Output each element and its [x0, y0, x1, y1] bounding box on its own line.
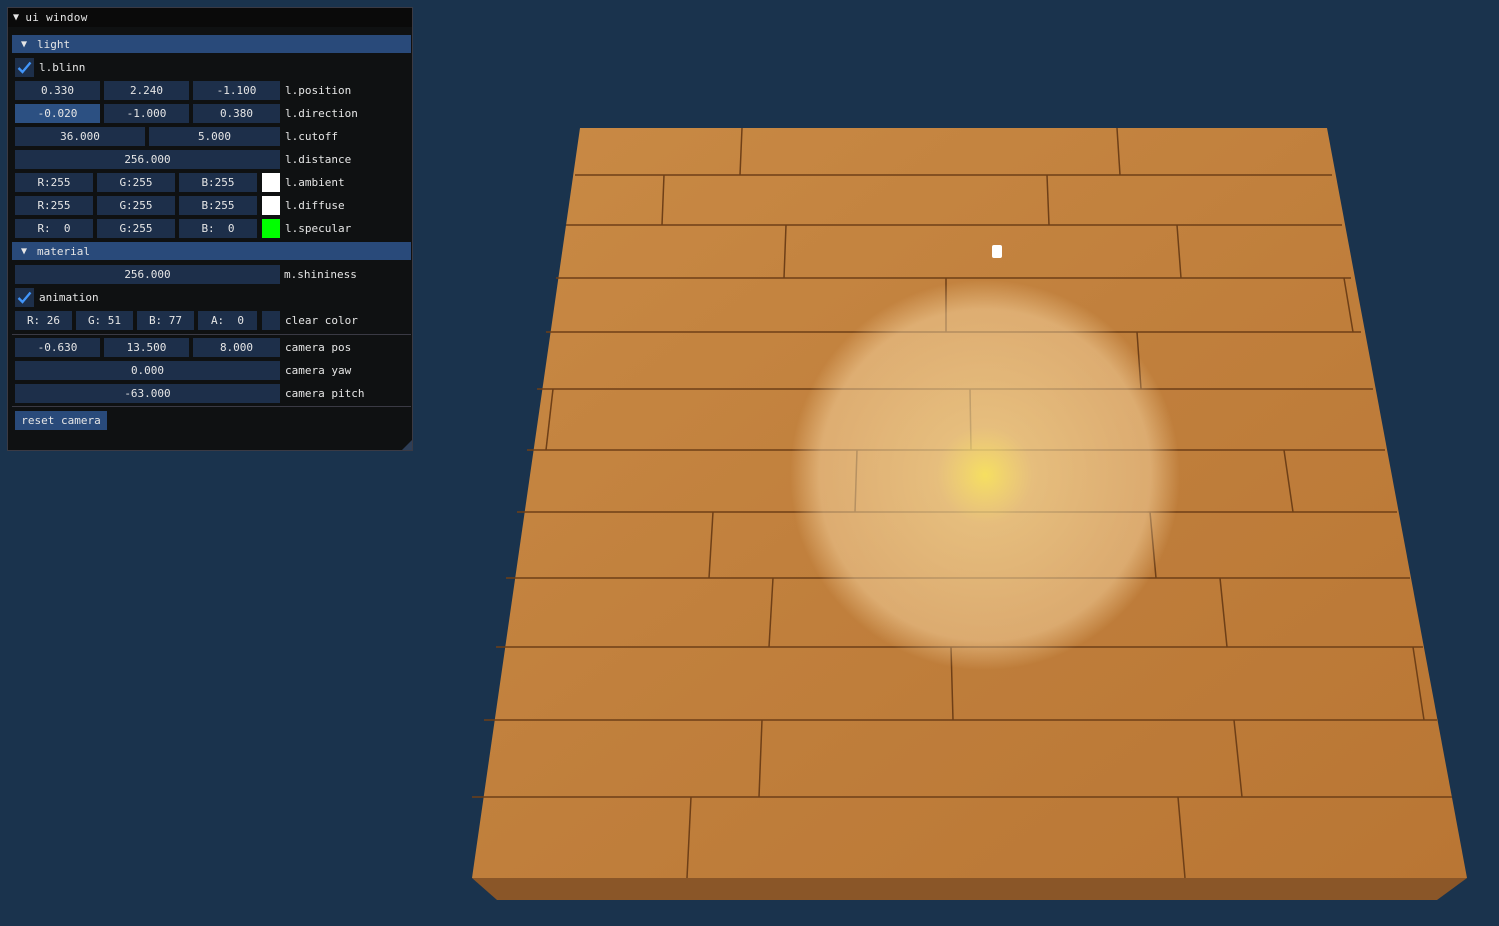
camera-pos-z-field[interactable]: 8.000: [193, 338, 280, 357]
clear-color-swatch[interactable]: [262, 311, 280, 330]
ambient-b-field[interactable]: B:255: [179, 173, 257, 192]
position-x-field[interactable]: 0.330: [15, 81, 100, 100]
camera-pos-x-field[interactable]: -0.630: [15, 338, 100, 357]
specular-color-swatch[interactable]: [262, 219, 280, 238]
cutoff-row: 36.000 5.000 l.cutoff: [15, 127, 405, 146]
window-title: ui window: [25, 11, 88, 24]
collapse-triangle-icon[interactable]: ▼: [13, 12, 19, 23]
clear-color-row: R: 26 G: 51 B: 77 A: 0 clear color: [15, 311, 405, 330]
diffuse-color-swatch[interactable]: [262, 196, 280, 215]
position-label: l.position: [285, 84, 352, 97]
diffuse-label: l.diffuse: [285, 199, 345, 212]
camera-pitch-label: camera pitch: [285, 387, 365, 400]
checkmark-icon: [17, 61, 32, 74]
reset-camera-button[interactable]: reset camera: [15, 411, 107, 430]
light-collapse-icon: ▼: [21, 38, 28, 50]
light-cube: [992, 245, 1002, 258]
camera-yaw-row: 0.000 camera yaw: [15, 361, 405, 380]
direction-z-field[interactable]: 0.380: [193, 104, 280, 123]
shininess-field[interactable]: 256.000: [15, 265, 280, 284]
shininess-label: m.shininess: [284, 268, 357, 281]
checkmark-icon: [17, 291, 32, 304]
clear-color-g-field[interactable]: G: 51: [76, 311, 133, 330]
clear-color-r-field[interactable]: R: 26: [15, 311, 72, 330]
resize-grip-icon[interactable]: [402, 440, 412, 450]
diffuse-b-field[interactable]: B:255: [179, 196, 257, 215]
diffuse-g-field[interactable]: G:255: [97, 196, 175, 215]
distance-field[interactable]: 256.000: [15, 150, 280, 169]
clear-color-b-field[interactable]: B: 77: [137, 311, 194, 330]
camera-pitch-field[interactable]: -63.000: [15, 384, 280, 403]
clear-color-label: clear color: [285, 314, 358, 327]
ambient-row: R:255 G:255 B:255 l.ambient: [15, 173, 405, 192]
cutoff-outer-field[interactable]: 5.000: [149, 127, 280, 146]
direction-x-field[interactable]: -0.020: [15, 104, 100, 123]
camera-pitch-row: -63.000 camera pitch: [15, 384, 405, 403]
direction-row: -0.020 -1.000 0.380 l.direction: [15, 104, 405, 123]
camera-pos-row: -0.630 13.500 8.000 camera pos: [15, 338, 405, 357]
cutoff-inner-field[interactable]: 36.000: [15, 127, 145, 146]
camera-pos-y-field[interactable]: 13.500: [104, 338, 189, 357]
shininess-row: 256.000 m.shininess: [15, 265, 405, 284]
ambient-g-field[interactable]: G:255: [97, 173, 175, 192]
specular-row: R: 0 G:255 B: 0 l.specular: [15, 219, 405, 238]
diffuse-r-field[interactable]: R:255: [15, 196, 93, 215]
distance-row: 256.000 l.distance: [15, 150, 405, 169]
camera-yaw-field[interactable]: 0.000: [15, 361, 280, 380]
floor-edge: [472, 878, 1467, 900]
light-section-header[interactable]: ▼ light: [12, 35, 411, 53]
camera-yaw-label: camera yaw: [285, 364, 352, 377]
ui-window[interactable]: ▼ ui window ▼ light l.blinn 0.330 2.240 …: [7, 7, 413, 451]
ambient-r-field[interactable]: R:255: [15, 173, 93, 192]
blinn-row: l.blinn: [15, 58, 405, 77]
spotlight: [790, 280, 1180, 670]
material-section-header[interactable]: ▼ material: [12, 242, 411, 260]
ambient-color-swatch[interactable]: [262, 173, 280, 192]
specular-r-field[interactable]: R: 0: [15, 219, 93, 238]
cutoff-label: l.cutoff: [285, 130, 338, 143]
specular-label: l.specular: [285, 222, 352, 235]
blinn-checkbox[interactable]: [15, 58, 34, 77]
camera-pos-label: camera pos: [285, 341, 352, 354]
diffuse-row: R:255 G:255 B:255 l.diffuse: [15, 196, 405, 215]
window-titlebar[interactable]: ▼ ui window: [8, 8, 412, 27]
light-header-label: light: [37, 37, 71, 51]
position-y-field[interactable]: 2.240: [104, 81, 189, 100]
specular-g-field[interactable]: G:255: [97, 219, 175, 238]
position-row: 0.330 2.240 -1.100 l.position: [15, 81, 405, 100]
animation-checkbox[interactable]: [15, 288, 34, 307]
separator: [12, 406, 411, 407]
specular-b-field[interactable]: B: 0: [179, 219, 257, 238]
animation-label: animation: [39, 291, 99, 304]
material-collapse-icon: ▼: [21, 245, 28, 257]
direction-label: l.direction: [285, 107, 358, 120]
ambient-label: l.ambient: [285, 176, 345, 189]
direction-y-field[interactable]: -1.000: [104, 104, 189, 123]
separator: [12, 334, 411, 335]
blinn-label: l.blinn: [39, 61, 86, 74]
distance-label: l.distance: [285, 153, 352, 166]
material-header-label: material: [37, 244, 91, 258]
position-z-field[interactable]: -1.100: [193, 81, 280, 100]
clear-color-a-field[interactable]: A: 0: [198, 311, 257, 330]
animation-row: animation: [15, 288, 405, 307]
